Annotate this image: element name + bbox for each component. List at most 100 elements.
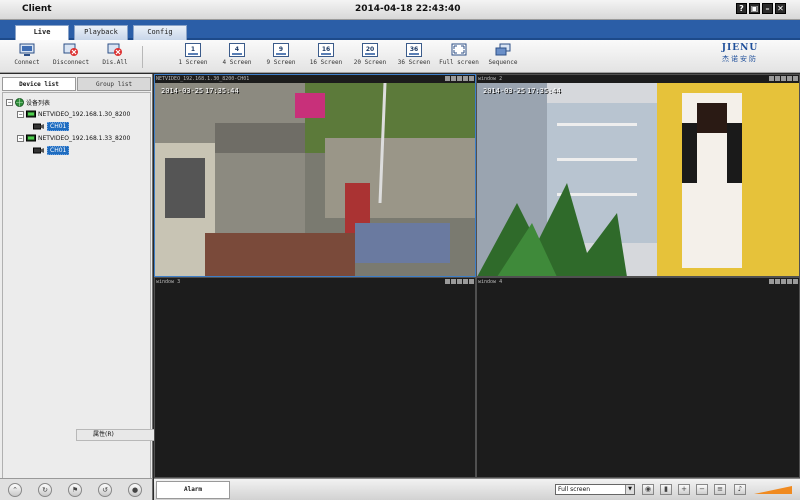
tree-channel-2[interactable]: CH01 bbox=[33, 144, 70, 156]
window-3-controls bbox=[445, 279, 474, 284]
camera-feed-2 bbox=[477, 83, 799, 276]
tab-config[interactable]: Config bbox=[133, 25, 187, 40]
zoom-icon[interactable] bbox=[769, 76, 774, 81]
pin-icon[interactable]: ⚑ bbox=[68, 483, 82, 497]
help-button[interactable]: ? bbox=[736, 3, 747, 14]
zoom-icon[interactable] bbox=[445, 279, 450, 284]
zoom-icon[interactable] bbox=[769, 279, 774, 284]
dvr-icon bbox=[26, 110, 36, 117]
sequence-button[interactable]: Sequence bbox=[478, 43, 528, 71]
audio-icon[interactable] bbox=[463, 76, 468, 81]
snapshot-icon[interactable] bbox=[451, 76, 456, 81]
collapse-icon[interactable]: − bbox=[17, 110, 24, 118]
tab-alarm[interactable]: Alarm bbox=[156, 481, 230, 499]
audio-icon[interactable] bbox=[787, 279, 792, 284]
minimize-button[interactable]: – bbox=[762, 3, 773, 14]
window-1-osd-date: 2014-03-25 bbox=[161, 87, 204, 95]
video-window-3[interactable]: window 3 bbox=[154, 277, 476, 478]
color-icon[interactable]: ● bbox=[128, 483, 142, 497]
camera-feed-1 bbox=[155, 83, 475, 276]
close-icon[interactable] bbox=[469, 76, 474, 81]
snapshot-icon[interactable] bbox=[451, 279, 456, 284]
datetime-display: 2014-04-18 22:43:40 bbox=[355, 4, 461, 14]
device-name: NETVIDEO_192.168.1.33_8200 bbox=[38, 134, 131, 142]
view-mode-select[interactable]: Full screen ▼ bbox=[555, 484, 635, 495]
screen-1-label: 1 Screen bbox=[178, 59, 208, 66]
fullscreen-button[interactable]: Full screen bbox=[434, 43, 484, 71]
screen-9-button[interactable]: 9 9 Screen bbox=[256, 43, 306, 71]
connect-label: Connect bbox=[14, 59, 40, 66]
close-icon[interactable] bbox=[793, 279, 798, 284]
record-icon[interactable] bbox=[781, 76, 786, 81]
video-window-1[interactable]: NETVIDEO_192.168.1.30_8200-CH01 2014-03-… bbox=[154, 74, 476, 277]
zoom-out-icon[interactable]: − bbox=[696, 484, 708, 495]
tab-live[interactable]: Live bbox=[15, 25, 69, 40]
snapshot-icon[interactable] bbox=[775, 279, 780, 284]
close-button[interactable]: ✕ bbox=[775, 3, 786, 14]
disconnect-button[interactable]: Disconnect bbox=[46, 43, 96, 71]
window-2-title: window 2 bbox=[478, 76, 503, 82]
window-controls: ? ▣ – ✕ bbox=[736, 3, 786, 14]
connect-button[interactable]: Connect bbox=[2, 43, 52, 71]
volume-slider[interactable] bbox=[754, 486, 792, 494]
channel-label: CH01 bbox=[47, 121, 70, 131]
window-2-controls bbox=[769, 76, 798, 81]
screen-20-label: 20 Screen bbox=[353, 59, 387, 66]
screen-4-button[interactable]: 4 4 Screen bbox=[212, 43, 262, 71]
zoom-icon[interactable] bbox=[445, 76, 450, 81]
record-icon[interactable]: ▮ bbox=[660, 484, 672, 495]
disconnect-icon bbox=[63, 43, 78, 56]
sequence-icon bbox=[495, 43, 511, 56]
video-window-4[interactable]: window 4 bbox=[476, 277, 800, 478]
sequence-label: Sequence bbox=[488, 59, 518, 66]
window-1-controls bbox=[445, 76, 474, 81]
settings-icon[interactable]: ≡ bbox=[714, 484, 726, 495]
zoom-in-icon[interactable]: + bbox=[678, 484, 690, 495]
title-bar: Client 2014-04-18 22:43:40 ? ▣ – ✕ bbox=[0, 0, 800, 20]
screen-36-button[interactable]: 36 36 Screen bbox=[389, 43, 439, 71]
speaker-icon[interactable]: ♪ bbox=[734, 484, 746, 495]
chevron-down-icon[interactable]: ▼ bbox=[625, 485, 634, 494]
video-window-2[interactable]: window 2 2014-03-25 17:35:44 bbox=[476, 74, 800, 277]
undo-icon[interactable]: ↺ bbox=[98, 483, 112, 497]
lock-button[interactable]: ▣ bbox=[749, 3, 760, 14]
screen-1-icon: 1 bbox=[185, 43, 201, 57]
window-4-title: window 4 bbox=[478, 279, 503, 285]
tab-group-list[interactable]: Group list bbox=[77, 77, 151, 91]
snapshot-icon[interactable]: ◉ bbox=[642, 484, 654, 495]
screen-9-icon: 9 bbox=[273, 43, 289, 57]
close-icon[interactable] bbox=[469, 279, 474, 284]
dvr-icon bbox=[26, 134, 36, 141]
tree-device-2[interactable]: − NETVIDEO_192.168.1.33_8200 bbox=[17, 132, 130, 144]
record-icon[interactable] bbox=[457, 76, 462, 81]
screen-1-button[interactable]: 1 1 Screen bbox=[168, 43, 218, 71]
video-grid: NETVIDEO_192.168.1.30_8200-CH01 2014-03-… bbox=[154, 74, 800, 478]
sidebar-bottom-bar: ⌃ ↻ ⚑ ↺ ● bbox=[0, 478, 153, 500]
refresh-icon[interactable]: ↻ bbox=[38, 483, 52, 497]
tree-root[interactable]: − 设备列表 bbox=[6, 96, 50, 108]
audio-icon[interactable] bbox=[787, 76, 792, 81]
tree-device-1[interactable]: − NETVIDEO_192.168.1.30_8200 bbox=[17, 108, 130, 120]
ptz-up-icon[interactable]: ⌃ bbox=[8, 483, 22, 497]
record-icon[interactable] bbox=[781, 279, 786, 284]
fullscreen-label: Full screen bbox=[439, 59, 479, 66]
close-icon[interactable] bbox=[793, 76, 798, 81]
sidebar-tabs: Device list Group list bbox=[2, 77, 151, 91]
tree-channel-1[interactable]: CH01 bbox=[33, 120, 70, 132]
collapse-icon[interactable]: − bbox=[6, 98, 13, 106]
screen-36-label: 36 Screen bbox=[397, 59, 431, 66]
record-icon[interactable] bbox=[457, 279, 462, 284]
tab-playback[interactable]: Playback bbox=[74, 25, 128, 40]
audio-icon[interactable] bbox=[463, 279, 468, 284]
disconnect-all-label: Dis.All bbox=[102, 59, 128, 66]
snapshot-icon[interactable] bbox=[775, 76, 780, 81]
connect-icon bbox=[19, 43, 35, 56]
app-title: Client bbox=[22, 4, 52, 14]
screen-16-button[interactable]: 16 16 Screen bbox=[301, 43, 351, 71]
disconnect-all-button[interactable]: Dis.All bbox=[90, 43, 140, 71]
screen-20-button[interactable]: 20 20 Screen bbox=[345, 43, 395, 71]
camera-icon bbox=[33, 123, 44, 129]
window-1-title: NETVIDEO_192.168.1.30_8200-CH01 bbox=[156, 76, 250, 82]
collapse-icon[interactable]: − bbox=[17, 134, 24, 142]
tab-device-list[interactable]: Device list bbox=[2, 77, 76, 91]
